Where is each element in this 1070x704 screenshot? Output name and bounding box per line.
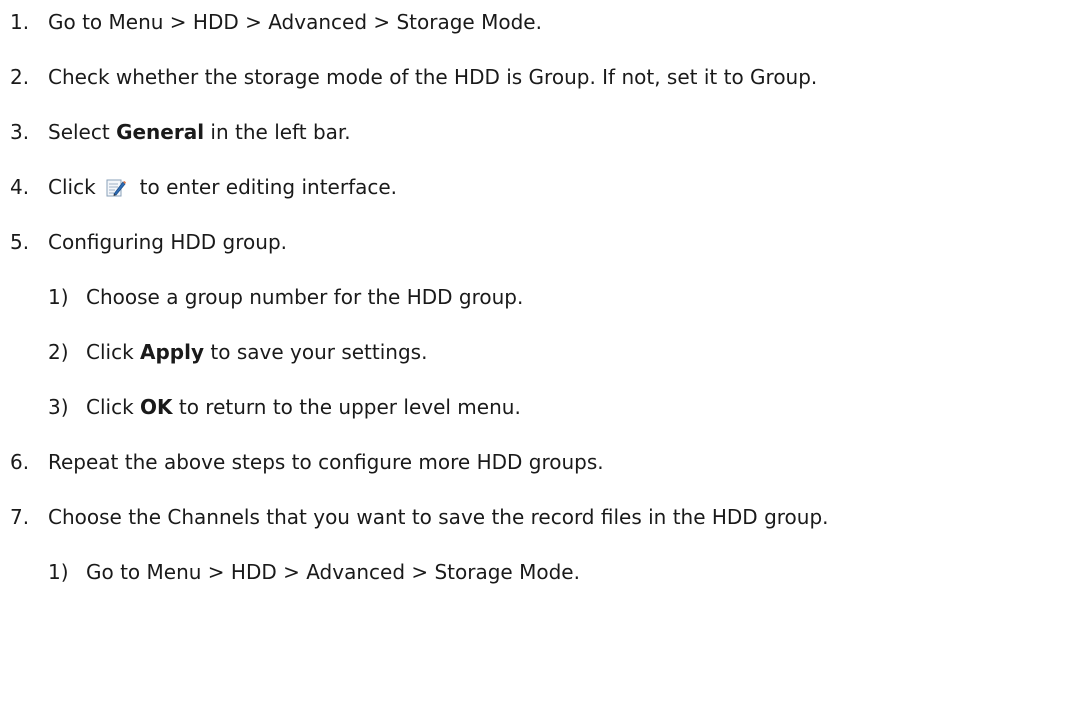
substep-5-2: 2) Click Apply to save your settings. bbox=[48, 338, 427, 366]
step-1: 1. Go to Menu > HDD > Advanced > Storage… bbox=[10, 8, 542, 36]
substep-text-pre: Click bbox=[86, 395, 141, 419]
step-text-pre: Select bbox=[48, 120, 117, 144]
step-number: 2. bbox=[10, 65, 30, 89]
substep-5-3: 3) Click OK to return to the upper level… bbox=[48, 393, 521, 421]
substep-text: Go to Menu > HDD > Advanced > Storage Mo… bbox=[86, 560, 580, 584]
step-6: 6. Repeat the above steps to configure m… bbox=[10, 448, 604, 476]
substep-5-1: 1) Choose a group number for the HDD gro… bbox=[48, 283, 523, 311]
substep-text-post: to return to the upper level menu. bbox=[172, 395, 521, 419]
step-text: Choose the Channels that you want to sav… bbox=[48, 505, 829, 529]
substep-text-bold: Apply bbox=[140, 340, 205, 364]
edit-icon bbox=[106, 177, 126, 197]
substep-text-post: to save your settings. bbox=[204, 340, 428, 364]
step-text-pre: Click bbox=[48, 175, 96, 199]
step-number: 7. bbox=[10, 505, 30, 529]
step-text-post: in the left bar. bbox=[204, 120, 351, 144]
step-text: Check whether the storage mode of the HD… bbox=[48, 65, 818, 89]
substep-number: 2) bbox=[48, 340, 69, 364]
substep-text-bold: OK bbox=[140, 395, 173, 419]
step-number: 6. bbox=[10, 450, 30, 474]
step-4: 4. Click to enter editing interface. bbox=[10, 173, 397, 201]
substep-number: 1) bbox=[48, 560, 69, 584]
step-2: 2. Check whether the storage mode of the… bbox=[10, 63, 817, 91]
step-text: Go to Menu > HDD > Advanced > Storage Mo… bbox=[48, 10, 542, 34]
step-5: 5. Configuring HDD group. bbox=[10, 228, 287, 256]
step-text: Configuring HDD group. bbox=[48, 230, 287, 254]
substep-text-pre: Click bbox=[86, 340, 141, 364]
step-number: 3. bbox=[10, 120, 30, 144]
document-page: 1. Go to Menu > HDD > Advanced > Storage… bbox=[0, 0, 1070, 704]
step-number: 1. bbox=[10, 10, 30, 34]
step-7: 7. Choose the Channels that you want to … bbox=[10, 503, 829, 531]
step-3: 3. Select General in the left bar. bbox=[10, 118, 351, 146]
substep-text: Choose a group number for the HDD group. bbox=[86, 285, 524, 309]
substep-number: 1) bbox=[48, 285, 69, 309]
step-number: 5. bbox=[10, 230, 30, 254]
substep-7-1: 1) Go to Menu > HDD > Advanced > Storage… bbox=[48, 558, 580, 586]
step-text: Repeat the above steps to configure more… bbox=[48, 450, 604, 474]
step-text-bold: General bbox=[116, 120, 205, 144]
step-text-post: to enter editing interface. bbox=[139, 175, 398, 199]
step-number: 4. bbox=[10, 175, 30, 199]
substep-number: 3) bbox=[48, 395, 69, 419]
